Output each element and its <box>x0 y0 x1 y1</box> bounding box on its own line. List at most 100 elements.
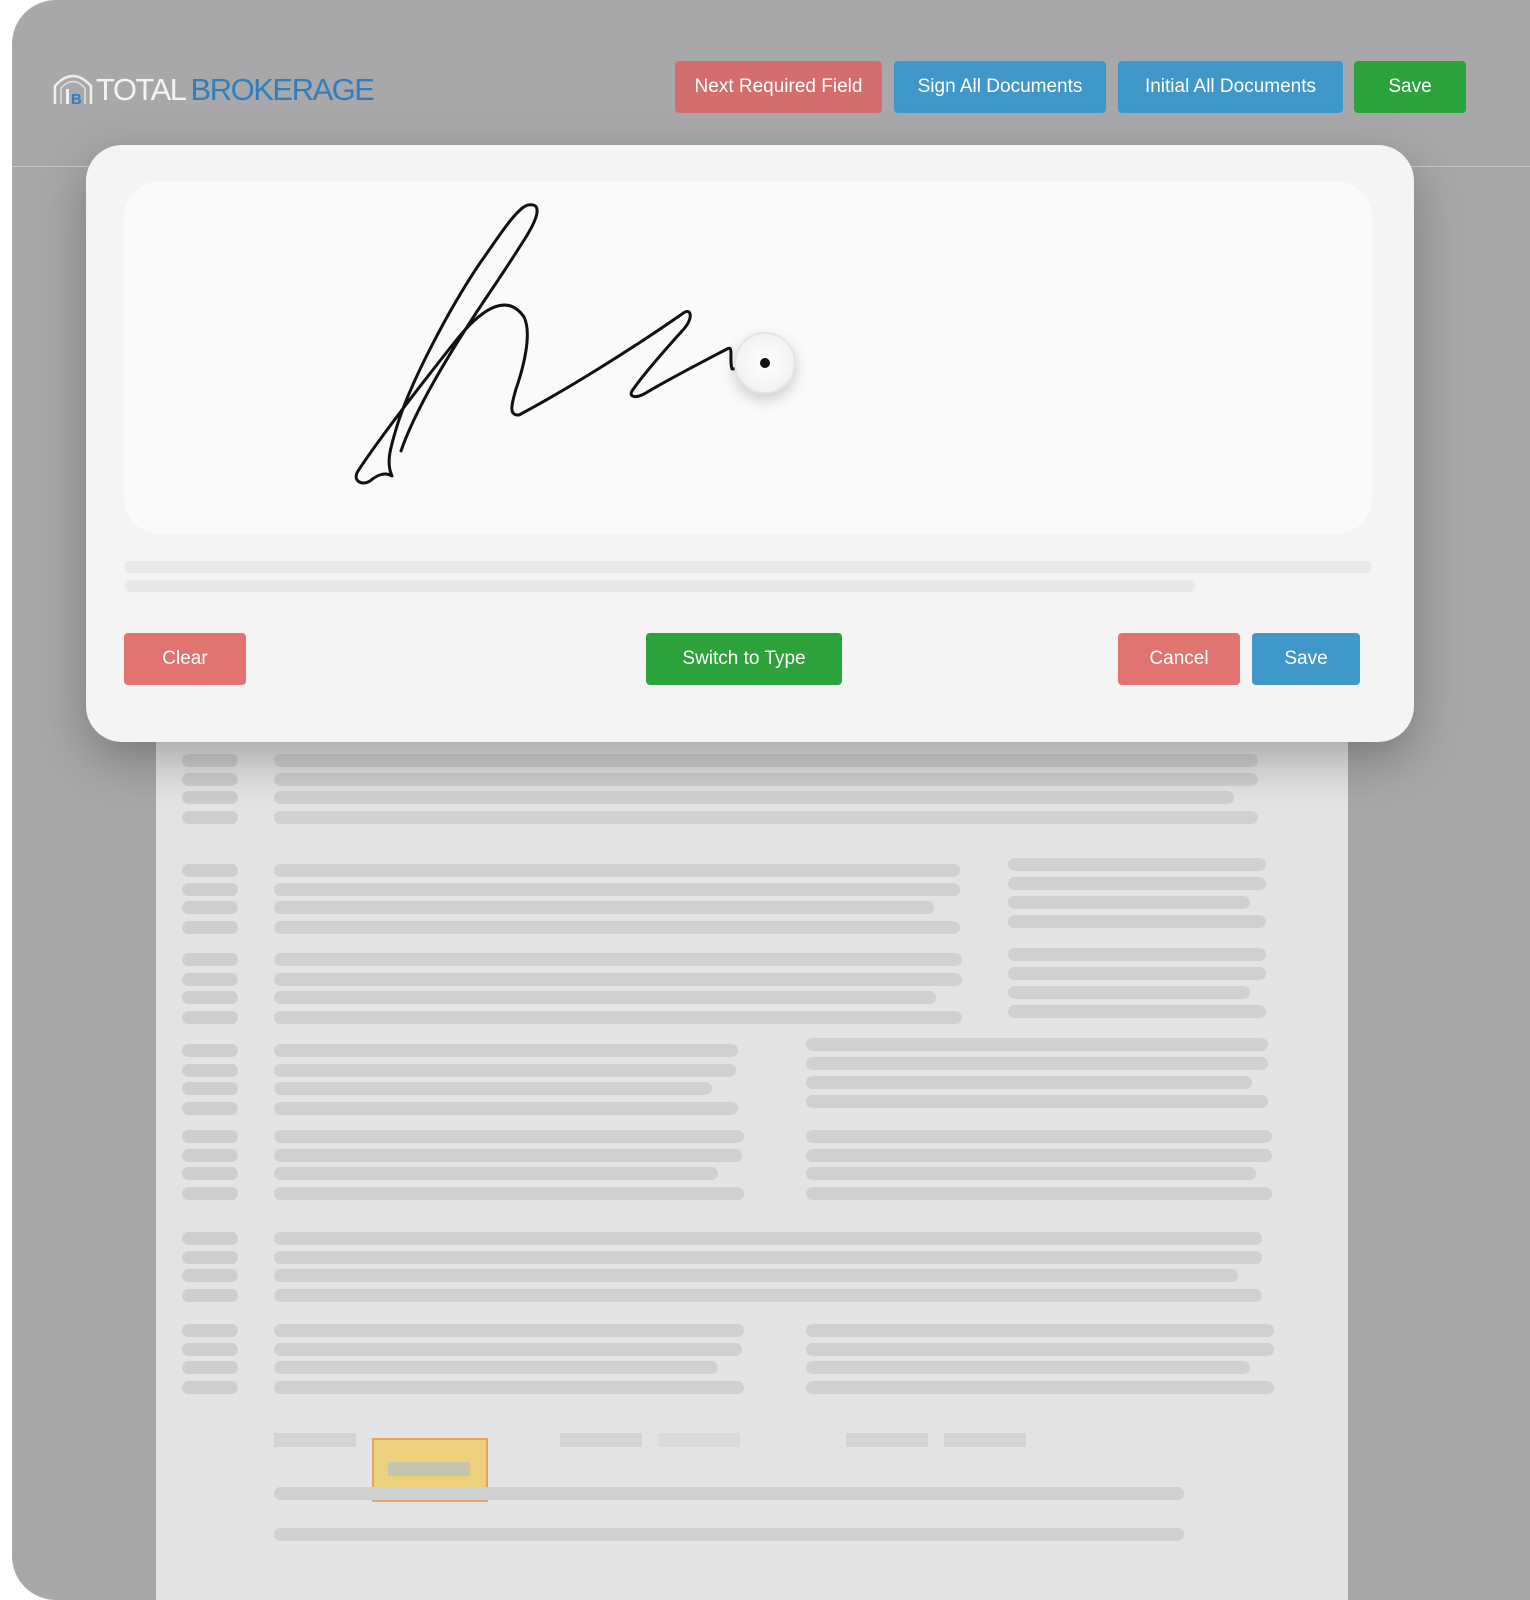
doc-line <box>182 1149 238 1162</box>
doc-line <box>182 953 238 966</box>
initial-all-documents-button[interactable]: Initial All Documents <box>1118 61 1343 113</box>
brand-logo: B TOTAL BROKERAGE <box>52 68 375 112</box>
doc-line <box>182 1232 238 1245</box>
next-required-field-button[interactable]: Next Required Field <box>675 61 882 113</box>
sign-all-documents-button[interactable]: Sign All Documents <box>894 61 1106 113</box>
doc-line <box>1008 967 1266 980</box>
doc-line <box>1008 1005 1266 1018</box>
doc-line <box>274 1187 744 1200</box>
doc-line <box>274 1011 962 1024</box>
doc-line <box>182 1324 238 1337</box>
doc-line <box>806 1324 1274 1337</box>
doc-line <box>274 1361 718 1374</box>
doc-line <box>274 991 936 1004</box>
stylus-tip <box>760 358 770 368</box>
svg-text:B: B <box>71 91 82 108</box>
doc-field <box>658 1433 740 1447</box>
doc-line <box>1008 948 1266 961</box>
doc-line <box>274 1044 738 1057</box>
doc-line <box>274 901 934 914</box>
doc-line <box>182 1381 238 1394</box>
doc-line <box>274 1167 718 1180</box>
doc-line <box>274 1064 736 1077</box>
doc-line <box>274 1343 742 1356</box>
doc-field <box>944 1433 1026 1447</box>
doc-line <box>274 1082 712 1095</box>
doc-line <box>182 921 238 934</box>
doc-line <box>182 1167 238 1180</box>
doc-line <box>806 1343 1274 1356</box>
doc-line <box>806 1381 1274 1394</box>
doc-line <box>1008 896 1250 909</box>
doc-field <box>846 1433 928 1447</box>
doc-line <box>1008 986 1250 999</box>
doc-line <box>274 921 960 934</box>
doc-line <box>274 1528 1184 1541</box>
doc-line <box>274 1269 1238 1282</box>
house-tb-logo-icon: B <box>53 74 93 108</box>
doc-line <box>274 953 962 966</box>
doc-line <box>806 1130 1272 1143</box>
doc-line <box>1008 877 1266 890</box>
modal-text-placeholder <box>124 580 1196 592</box>
doc-line <box>274 1149 742 1162</box>
doc-line <box>274 1381 744 1394</box>
doc-line <box>182 883 238 896</box>
stylus-cursor <box>734 332 796 394</box>
doc-line <box>182 811 238 824</box>
doc-line <box>182 1064 238 1077</box>
doc-line <box>274 864 960 877</box>
doc-line <box>274 773 1258 786</box>
doc-line <box>806 1076 1252 1089</box>
doc-line <box>182 1011 238 1024</box>
toolbar-save-button[interactable]: Save <box>1354 61 1466 113</box>
doc-line <box>274 791 1234 804</box>
doc-line <box>182 754 238 767</box>
doc-line <box>1008 915 1266 928</box>
modal-text-placeholder <box>124 561 1372 573</box>
doc-line <box>274 811 1258 824</box>
doc-line <box>274 1102 738 1115</box>
doc-line <box>274 1251 1262 1264</box>
doc-line <box>274 754 1258 767</box>
doc-line <box>806 1095 1268 1108</box>
brand-name-brokerage: BROKERAGE <box>190 72 375 107</box>
doc-line <box>182 1102 238 1115</box>
doc-line <box>806 1361 1250 1374</box>
doc-line <box>274 1324 744 1337</box>
doc-field <box>560 1433 642 1447</box>
doc-line <box>182 991 238 1004</box>
signature-modal: Clear Switch to Type Cancel Save <box>86 145 1414 742</box>
doc-line <box>806 1149 1272 1162</box>
doc-line <box>182 791 238 804</box>
signature-stroke <box>354 203 756 485</box>
doc-line <box>182 1269 238 1282</box>
doc-line <box>182 773 238 786</box>
doc-line <box>806 1038 1268 1051</box>
doc-line <box>182 901 238 914</box>
doc-line <box>182 1130 238 1143</box>
brand-name-total: TOTAL <box>96 72 187 107</box>
doc-line <box>182 1082 238 1095</box>
doc-line <box>182 864 238 877</box>
doc-line <box>182 1044 238 1057</box>
doc-line <box>182 1361 238 1374</box>
doc-line <box>274 1232 1262 1245</box>
document-page <box>156 720 1348 1600</box>
doc-line <box>182 1251 238 1264</box>
doc-line <box>274 1289 1262 1302</box>
doc-line <box>1008 858 1266 871</box>
doc-line <box>274 973 962 986</box>
cancel-button[interactable]: Cancel <box>1118 633 1240 685</box>
switch-to-type-button[interactable]: Switch to Type <box>646 633 842 685</box>
signature-field-placeholder <box>388 1462 470 1476</box>
doc-line <box>182 1187 238 1200</box>
modal-save-button[interactable]: Save <box>1252 633 1360 685</box>
doc-line <box>806 1167 1256 1180</box>
doc-line <box>182 1343 238 1356</box>
doc-line <box>806 1187 1272 1200</box>
doc-line <box>806 1057 1268 1070</box>
signature-canvas[interactable] <box>124 181 1372 534</box>
clear-button[interactable]: Clear <box>124 633 246 685</box>
doc-line <box>274 1487 1184 1500</box>
